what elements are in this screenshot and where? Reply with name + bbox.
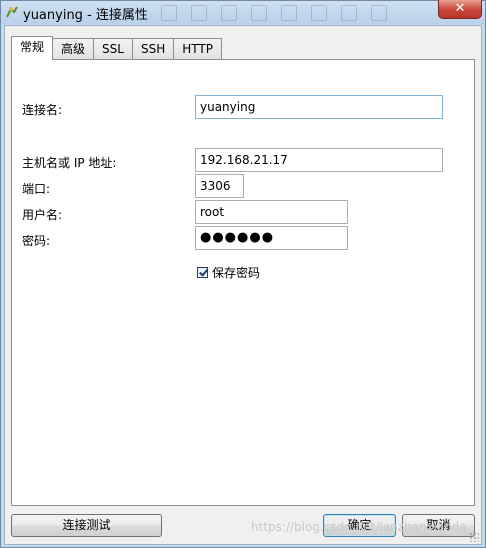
toolbar-ghost-icon	[161, 5, 177, 21]
port-label: 端口:	[22, 182, 51, 196]
dialog-client-area: 常规 高级 SSL SSH HTTP 连接名: yuanying 主机名或 IP…	[4, 25, 482, 545]
toolbar-ghost-icon	[251, 5, 267, 21]
password-input[interactable]: ●●●●●●	[195, 226, 348, 250]
save-password-row[interactable]: 保存密码	[197, 264, 260, 281]
toolbar-ghost-icon	[191, 5, 207, 21]
toolbar-ghost-icon	[371, 5, 387, 21]
close-button[interactable]: ✕	[438, 0, 482, 19]
connection-name-label: 连接名:	[22, 103, 63, 117]
app-icon	[6, 6, 18, 18]
resize-grip[interactable]	[469, 532, 479, 542]
close-icon: ✕	[454, 1, 466, 16]
username-label: 用户名:	[22, 208, 63, 222]
toolbar-ghost-icon	[341, 5, 357, 21]
tab-advanced[interactable]: 高级	[52, 38, 95, 59]
tab-ssh[interactable]: SSH	[131, 38, 175, 59]
port-input[interactable]: 3306	[195, 174, 244, 198]
title-bar[interactable]: yuanying - 连接属性 ✕	[1, 0, 485, 25]
test-connection-button[interactable]: 连接测试	[11, 514, 162, 537]
tab-bar: 常规 高级 SSL SSH HTTP	[11, 36, 222, 60]
save-password-label: 保存密码	[212, 266, 261, 280]
toolbar-ghost-icon	[311, 5, 327, 21]
tab-http[interactable]: HTTP	[173, 38, 222, 59]
background-toolbar	[161, 5, 387, 21]
window-title: yuanying - 连接属性	[23, 8, 148, 23]
dialog-window: yuanying - 连接属性 ✕ 常规 高级 SSL SSH HTTP 连接名…	[0, 0, 486, 548]
tab-ssl[interactable]: SSL	[93, 38, 133, 59]
general-tab-panel: 连接名: yuanying 主机名或 IP 地址: 192.168.21.17 …	[11, 59, 475, 506]
host-label: 主机名或 IP 地址:	[22, 156, 117, 170]
username-input[interactable]: root	[195, 200, 348, 224]
save-password-checkbox[interactable]	[197, 267, 208, 278]
password-label: 密码:	[22, 234, 51, 248]
toolbar-ghost-icon	[221, 5, 237, 21]
host-input[interactable]: 192.168.21.17	[195, 148, 443, 172]
toolbar-ghost-icon	[281, 5, 297, 21]
watermark-text: https://blog.csdn.net/lanzhanxiaoda	[251, 520, 467, 534]
connection-name-input[interactable]: yuanying	[195, 95, 443, 119]
tab-general[interactable]: 常规	[11, 36, 54, 60]
